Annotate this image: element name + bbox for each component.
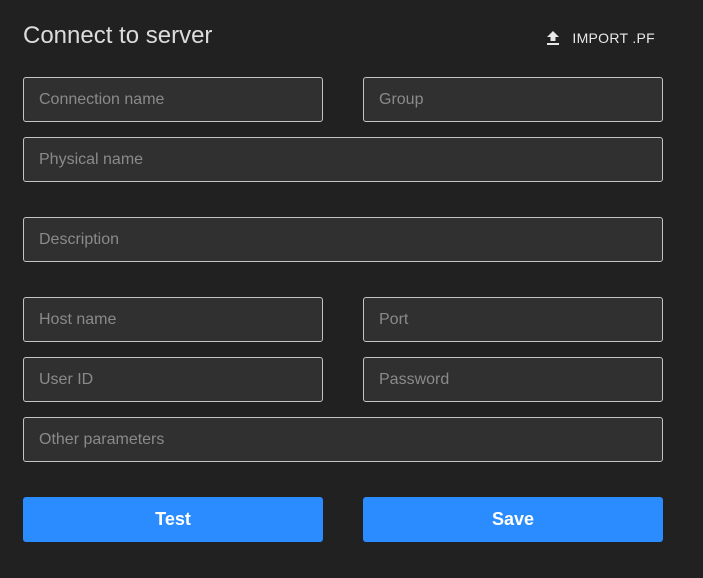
group-input[interactable] xyxy=(363,77,663,122)
page-title: Connect to server xyxy=(23,22,213,49)
other-parameters-input[interactable] xyxy=(23,417,663,462)
upload-icon xyxy=(546,30,560,46)
connection-name-input[interactable] xyxy=(23,77,323,122)
save-button[interactable]: Save xyxy=(363,497,663,542)
port-input[interactable] xyxy=(363,297,663,342)
dialog-header: Connect to server IMPORT .PF xyxy=(23,0,663,74)
user-id-input[interactable] xyxy=(23,357,323,402)
password-input[interactable] xyxy=(363,357,663,402)
physical-name-input[interactable] xyxy=(23,137,663,182)
test-button[interactable]: Test xyxy=(23,497,323,542)
description-input[interactable] xyxy=(23,217,663,262)
import-pf-button[interactable]: IMPORT .PF xyxy=(546,26,655,50)
import-pf-label: IMPORT .PF xyxy=(572,30,655,46)
host-name-input[interactable] xyxy=(23,297,323,342)
